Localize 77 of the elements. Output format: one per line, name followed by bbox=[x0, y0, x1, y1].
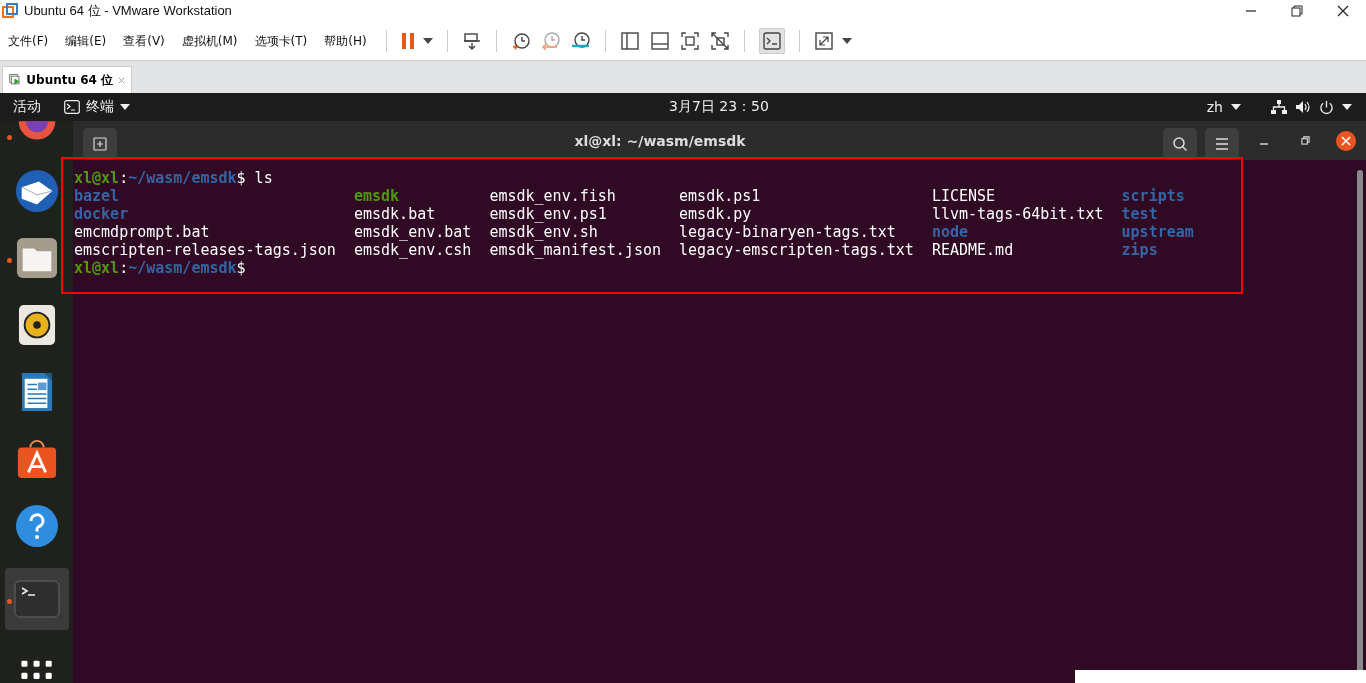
search-button[interactable] bbox=[1163, 127, 1197, 160]
window-title: Ubuntu 64 位 - VMware Workstation bbox=[24, 2, 233, 20]
restore-icon[interactable] bbox=[1291, 5, 1303, 17]
snapshot-icon[interactable] bbox=[510, 31, 531, 51]
menu-item[interactable]: 查看(V) bbox=[121, 29, 167, 53]
file-name: emsdk.ps1 bbox=[679, 187, 762, 205]
volume-icon[interactable] bbox=[1295, 100, 1311, 114]
file-name: emsdk_env.sh bbox=[489, 223, 599, 241]
snapshot-manager-icon[interactable] bbox=[570, 31, 591, 51]
fullscreen-icon[interactable] bbox=[679, 31, 700, 51]
file-name: LICENSE bbox=[931, 187, 997, 205]
file-name: llvm-tags-64bit.txt bbox=[931, 205, 1105, 223]
close-button[interactable] bbox=[1336, 130, 1356, 151]
menu-item[interactable]: 帮助(H) bbox=[322, 29, 369, 53]
network-icon[interactable] bbox=[1271, 100, 1287, 114]
file-name: emsdk_env.ps1 bbox=[489, 205, 608, 223]
caret-icon[interactable] bbox=[841, 38, 852, 44]
stretch-icon[interactable] bbox=[813, 31, 834, 51]
menu-item[interactable]: 编辑(E) bbox=[63, 29, 109, 53]
file-name: README.md bbox=[931, 241, 1015, 259]
file-name: test bbox=[1121, 205, 1159, 223]
vm-running-icon bbox=[9, 72, 22, 88]
power-icon[interactable] bbox=[1319, 99, 1334, 115]
file-name: legacy-emscripten-tags.txt bbox=[679, 241, 915, 259]
file-name: emsdk.py bbox=[679, 205, 753, 223]
caret-icon[interactable] bbox=[1231, 104, 1241, 110]
new-tab-icon[interactable] bbox=[93, 136, 107, 151]
activities-button[interactable]: 活动 bbox=[0, 98, 54, 116]
speaker-icon[interactable] bbox=[17, 304, 56, 346]
file-name: docker bbox=[74, 205, 130, 223]
prompt-line: xl@xl:~/wasm/emsdk$ bbox=[74, 259, 247, 277]
terminal-icon[interactable] bbox=[13, 580, 60, 618]
new-tab-button[interactable] bbox=[83, 127, 117, 160]
close-icon[interactable] bbox=[1337, 5, 1349, 17]
file-name: scripts bbox=[1121, 187, 1186, 205]
prompt-line: xl@xl:~/wasm/emsdk$ ls bbox=[74, 169, 274, 187]
file-name: emsdk_manifest.json bbox=[489, 241, 662, 259]
file-name: emcmdprompt.bat bbox=[74, 223, 211, 241]
menu-item[interactable]: 选项卡(T) bbox=[252, 29, 310, 53]
help-icon[interactable] bbox=[14, 504, 59, 548]
file-name: emsdk_env.csh bbox=[353, 241, 473, 259]
caret-icon[interactable] bbox=[422, 38, 433, 44]
pause-icon[interactable] bbox=[400, 32, 415, 50]
bottom-panel-icon[interactable] bbox=[649, 31, 670, 51]
file-name: emsdk.bat bbox=[353, 205, 437, 223]
folder-icon[interactable] bbox=[15, 237, 58, 279]
tab-label: Ubuntu 64 位 bbox=[26, 71, 114, 89]
document-icon[interactable] bbox=[19, 371, 54, 413]
terminal-title: xl@xl: ~/wasm/emsdk bbox=[573, 132, 747, 149]
file-name: bazel bbox=[74, 187, 121, 205]
file-name: emscripten-releases-tags.json bbox=[74, 241, 337, 259]
file-name: emsdk bbox=[353, 187, 401, 205]
file-name: zips bbox=[1121, 241, 1159, 259]
file-name: emsdk_env.bat bbox=[353, 223, 473, 241]
menu-item[interactable]: 虚拟机(M) bbox=[179, 29, 240, 53]
unity-off-icon[interactable] bbox=[709, 31, 730, 51]
menu-icon[interactable] bbox=[1215, 137, 1229, 150]
restore-icon[interactable] bbox=[1301, 136, 1310, 145]
file-name: emsdk_env.fish bbox=[489, 187, 617, 205]
vmware-logo-icon bbox=[2, 3, 18, 19]
file-name: upstream bbox=[1121, 223, 1195, 241]
file-name: legacy-binaryen-tags.txt bbox=[679, 223, 897, 241]
file-name: node bbox=[931, 223, 970, 241]
caret-icon[interactable] bbox=[120, 104, 130, 110]
menu-button[interactable] bbox=[1205, 127, 1239, 160]
terminal-icon bbox=[64, 100, 80, 114]
console-view-button[interactable] bbox=[758, 28, 785, 54]
clock[interactable]: 3月7日 23：50 bbox=[669, 98, 769, 116]
input-method[interactable]: zh bbox=[1206, 99, 1223, 115]
caret-icon[interactable] bbox=[1342, 104, 1352, 110]
app-menu[interactable]: 终端 bbox=[86, 98, 114, 116]
send-keys-icon[interactable] bbox=[461, 31, 482, 51]
sidebar-icon[interactable] bbox=[619, 31, 640, 51]
mail-icon[interactable] bbox=[13, 168, 60, 214]
menu-item[interactable]: 文件(F) bbox=[6, 29, 51, 53]
vm-tab[interactable]: Ubuntu 64 位 bbox=[2, 66, 132, 93]
search-icon[interactable] bbox=[1172, 135, 1188, 152]
